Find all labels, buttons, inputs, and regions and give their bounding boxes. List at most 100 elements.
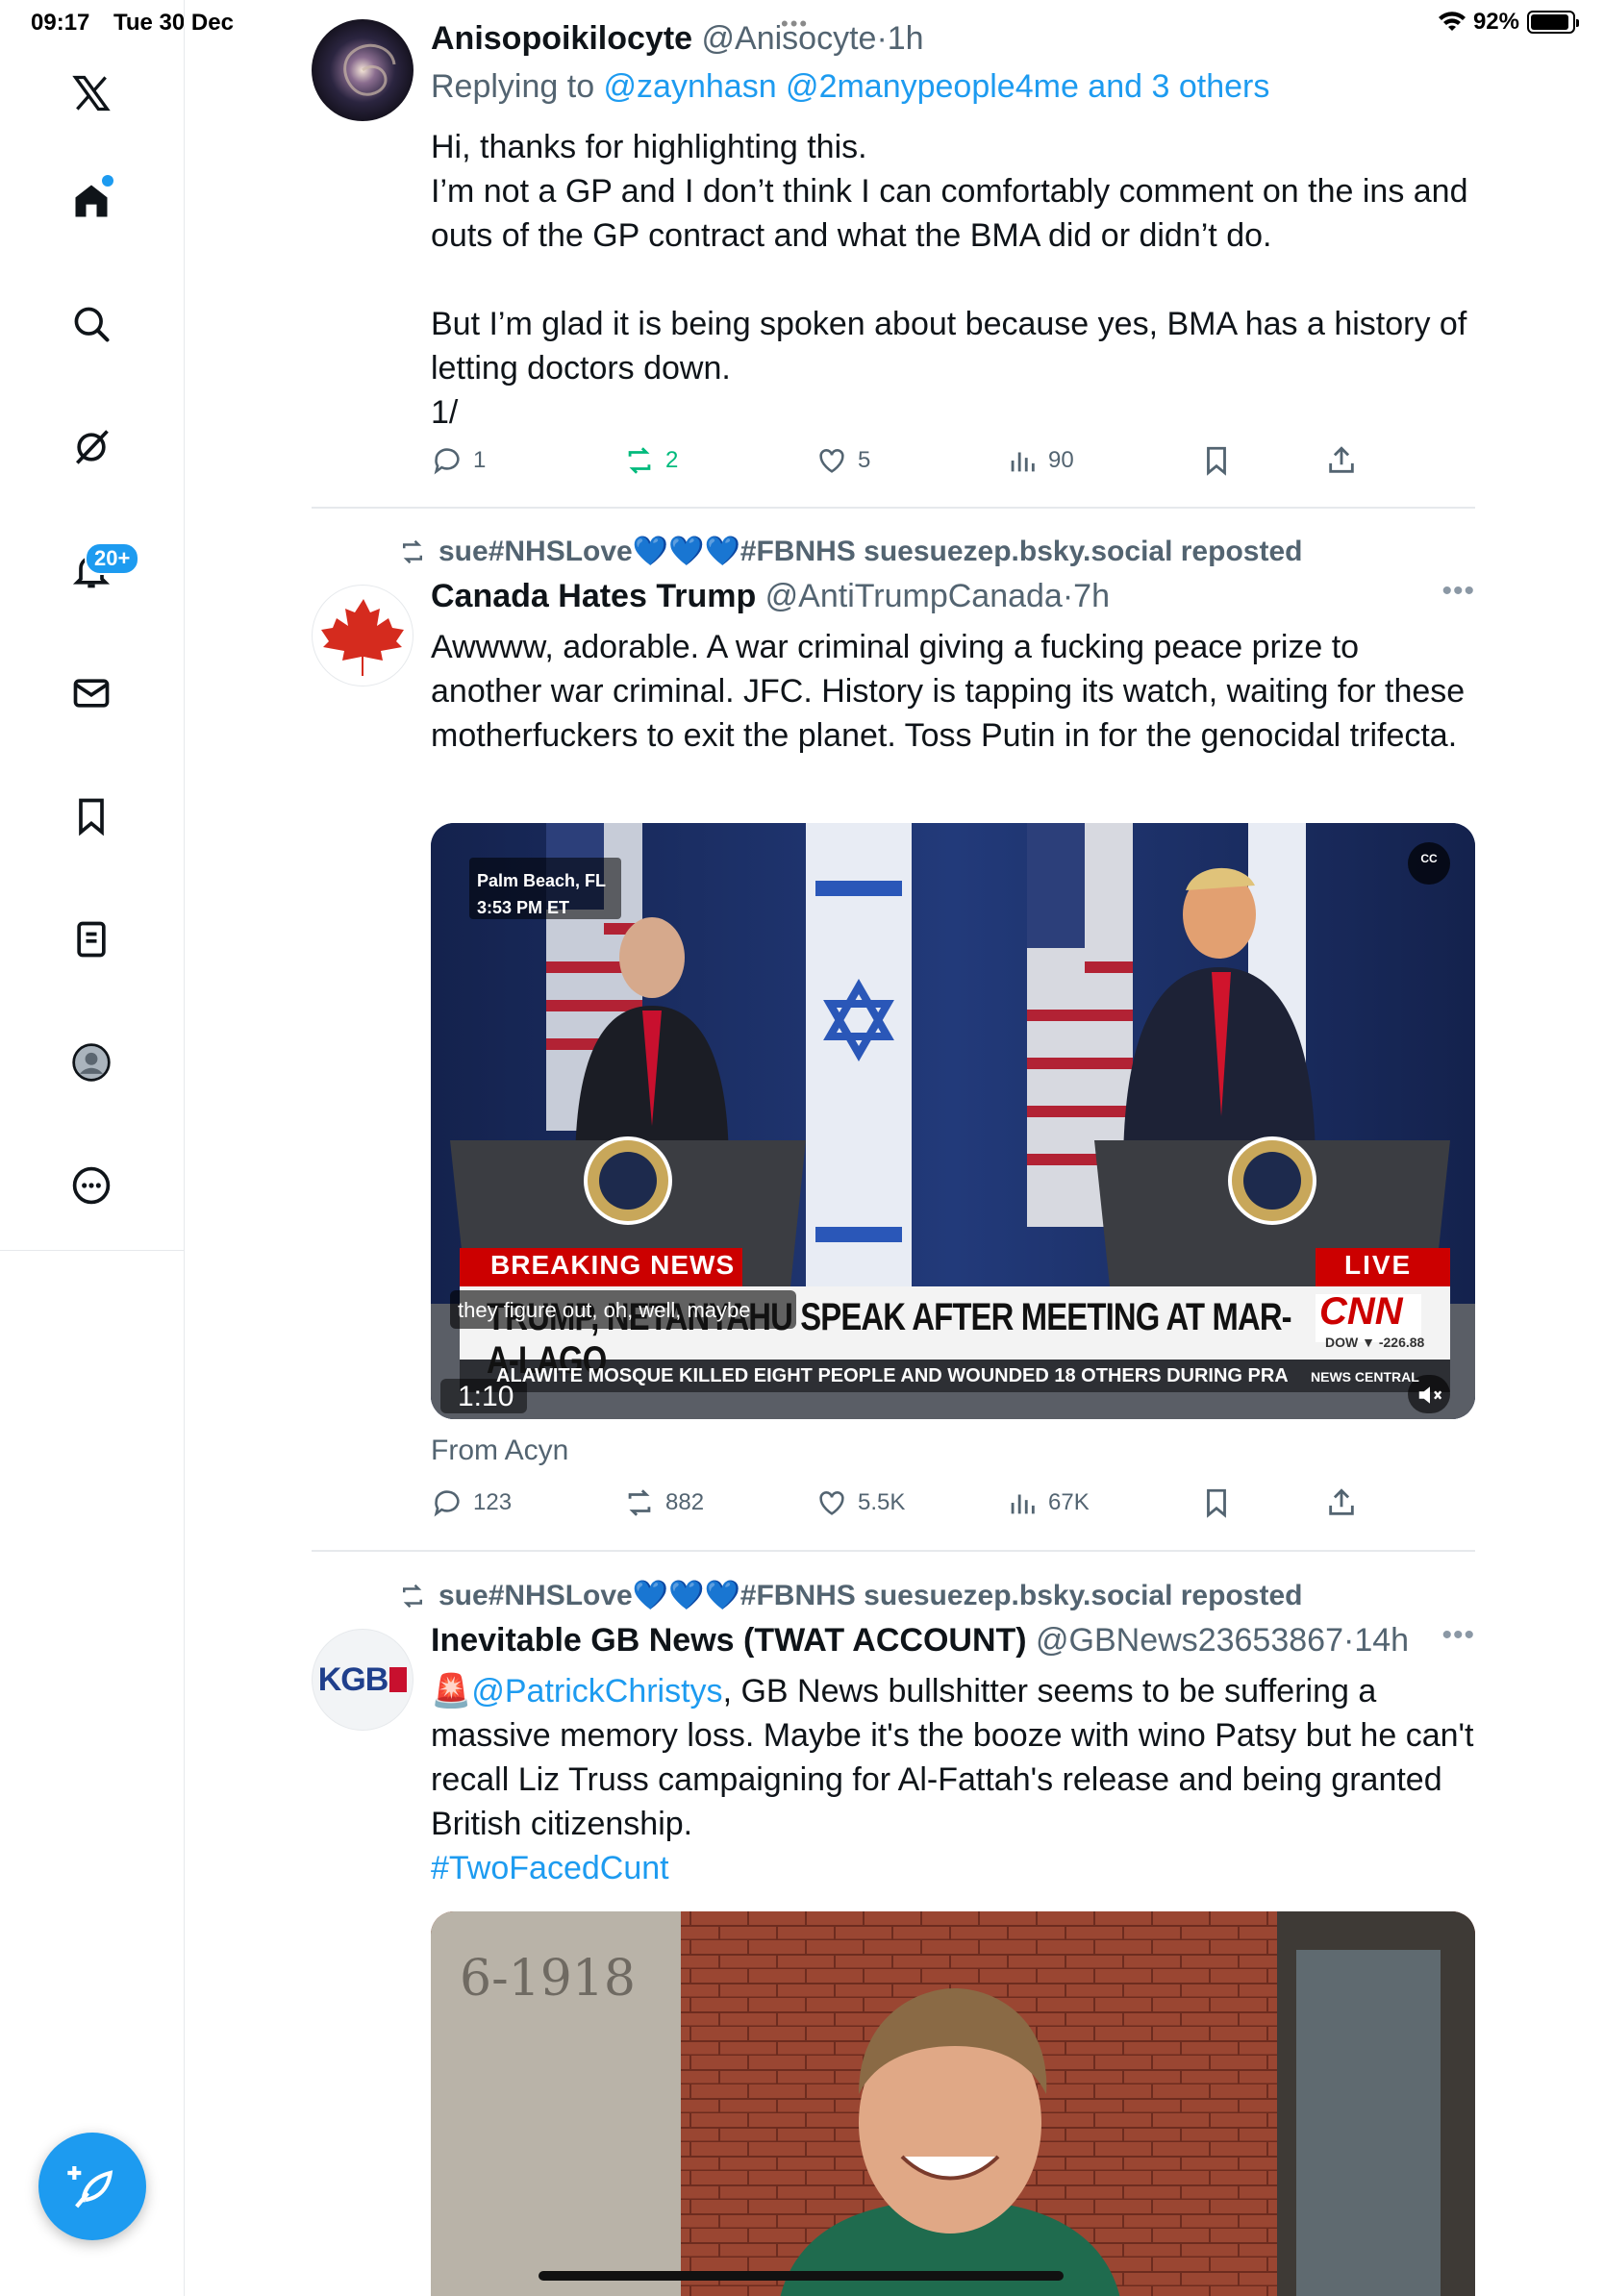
grok-icon[interactable] xyxy=(62,417,121,477)
views-icon xyxy=(1011,1494,1035,1514)
repost-indicator: sue#NHSLove💙💙💙#FBNHS suesuezep.bsky.soci… xyxy=(398,535,1302,568)
compose-icon xyxy=(67,2166,113,2209)
tweet-separator xyxy=(312,1550,1475,1552)
like-count: 5.5K xyxy=(858,1489,906,1515)
tweet-actions: 1 2 5 90 xyxy=(431,444,1354,483)
tweet-header: Canada Hates Trump @AntiTrumpCanada·7h xyxy=(431,578,1110,614)
news-ticker: ALAWITE MOSQUE KILLED EIGHT PEOPLE AND W… xyxy=(496,1365,1289,1386)
reply-button[interactable]: 123 xyxy=(431,1486,512,1519)
tweet-separator xyxy=(312,507,1475,509)
mention-link[interactable]: @PatrickChristys xyxy=(471,1673,722,1710)
author-handle[interactable]: @AntiTrumpCanada xyxy=(765,578,1063,614)
bookmark-button[interactable] xyxy=(1200,444,1233,477)
video-clock: 3:53 PM ET xyxy=(477,898,570,917)
author-name[interactable]: Canada Hates Trump xyxy=(431,578,756,614)
home-indicator[interactable] xyxy=(539,2271,1064,2281)
network-logo: CNN xyxy=(1319,1290,1403,1333)
more-options-icon[interactable]: ••• xyxy=(1441,575,1475,608)
tweet-text: Awwww, adorable. A war criminal giving a… xyxy=(431,629,1466,754)
replying-to-users[interactable]: @zaynhasn @2manypeople4me and 3 others xyxy=(604,68,1270,105)
stone-inscription: 6-1918 xyxy=(460,1950,636,2008)
heart-icon xyxy=(819,449,844,473)
like-button[interactable]: 5 xyxy=(815,444,870,477)
repost-by[interactable]: sue#NHSLove💙💙💙#FBNHS suesuezep.bsky.soci… xyxy=(439,1579,1302,1612)
repost-icon xyxy=(403,539,422,563)
more-icon[interactable] xyxy=(62,1156,121,1215)
bookmark-icon xyxy=(1207,446,1226,476)
search-icon[interactable] xyxy=(62,294,121,354)
tweet-time[interactable]: 1h xyxy=(888,20,924,57)
reply-icon xyxy=(434,1490,460,1517)
closed-captions-button[interactable]: CC xyxy=(1408,852,1450,865)
bookmark-icon xyxy=(1207,1488,1226,1518)
messages-icon[interactable] xyxy=(62,663,121,723)
share-icon xyxy=(1329,1488,1354,1515)
sidebar: 20+ xyxy=(0,0,185,2296)
avatar-logo-mark xyxy=(389,1667,408,1692)
tweet-photo[interactable]: 6-1918 xyxy=(431,1911,1475,2296)
heart-icon xyxy=(819,1491,844,1515)
share-button[interactable] xyxy=(1325,1486,1358,1519)
tweet-header: Inevitable GB News (TWAT ACCOUNT) @GBNew… xyxy=(431,1622,1410,1659)
tweet-text: 🚨@PatrickChristys, GB News bullshitter s… xyxy=(431,1669,1475,1890)
share-button[interactable] xyxy=(1325,444,1358,477)
view-count: 90 xyxy=(1048,447,1074,473)
repost-icon xyxy=(628,1489,651,1516)
like-button[interactable]: 5.5K xyxy=(815,1486,905,1519)
reply-icon xyxy=(434,448,460,475)
views-icon xyxy=(1011,452,1035,472)
video-player[interactable]: Palm Beach, FL 3:53 PM ET CC BREAKING NE… xyxy=(431,823,1475,1419)
dow-ticker: DOW ▼ -226.88 xyxy=(1325,1335,1425,1350)
views-button[interactable]: 67K xyxy=(1006,1486,1090,1519)
view-count: 67K xyxy=(1048,1489,1090,1515)
like-count: 5 xyxy=(858,447,871,473)
notifications-badge: 20+ xyxy=(85,542,140,575)
more-options-icon[interactable]: ••• xyxy=(1441,1619,1475,1652)
mute-button[interactable] xyxy=(1416,1381,1444,1414)
video-caption: they figure out, oh, well, maybe xyxy=(458,1298,751,1322)
muted-speaker-icon xyxy=(1418,1386,1442,1404)
tweet-time[interactable]: 7h xyxy=(1073,578,1110,614)
views-button[interactable]: 90 xyxy=(1006,444,1074,477)
avatar-logo-text: KGB xyxy=(317,1660,389,1698)
tweet-actions: 123 882 5.5K 67K xyxy=(431,1486,1354,1525)
author-handle[interactable]: @GBNews23653867 xyxy=(1036,1622,1343,1659)
avatar[interactable] xyxy=(312,19,414,121)
tweet-header: Anisopoikilocyte @Anisocyte·1h xyxy=(431,20,924,57)
bookmark-button[interactable] xyxy=(1200,1486,1233,1519)
video-source[interactable]: From Acyn xyxy=(431,1435,568,1467)
breaking-news-label: BREAKING NEWS xyxy=(490,1250,736,1280)
repost-button[interactable]: 2 xyxy=(623,444,678,477)
compose-button[interactable] xyxy=(38,2133,146,2240)
lists-icon[interactable] xyxy=(62,910,121,969)
battery-percent: 92% xyxy=(1472,9,1519,35)
avatar[interactable] xyxy=(312,585,414,686)
battery-icon xyxy=(1527,11,1579,34)
reply-count: 123 xyxy=(473,1489,513,1515)
repost-button[interactable]: 882 xyxy=(623,1486,704,1519)
repost-count: 882 xyxy=(665,1489,705,1515)
reply-button[interactable]: 1 xyxy=(431,444,486,477)
home-notification-dot xyxy=(102,175,113,187)
news-ticker-tag: NEWS CENTRAL xyxy=(1311,1369,1419,1385)
hashtag-link[interactable]: #TwoFacedCunt xyxy=(431,1850,669,1886)
repost-by[interactable]: sue#NHSLove💙💙💙#FBNHS suesuezep.bsky.soci… xyxy=(439,535,1302,568)
x-logo-icon[interactable] xyxy=(62,63,121,123)
author-name[interactable]: Anisopoikilocyte xyxy=(431,20,692,57)
video-overlay-location: Palm Beach, FL 3:53 PM ET xyxy=(477,867,606,921)
video-duration: 1:10 xyxy=(458,1381,514,1412)
repost-icon xyxy=(628,447,651,474)
tweet-time[interactable]: 14h xyxy=(1354,1622,1409,1659)
repost-count: 2 xyxy=(665,447,679,473)
share-icon xyxy=(1329,446,1354,473)
reply-count: 1 xyxy=(473,447,487,473)
siren-emoji: 🚨 xyxy=(431,1673,472,1710)
author-handle[interactable]: @Anisocyte xyxy=(702,20,877,57)
repost-icon xyxy=(403,1584,422,1608)
bookmarks-icon[interactable] xyxy=(62,786,121,846)
video-location: Palm Beach, FL xyxy=(477,871,607,890)
avatar[interactable]: KGB xyxy=(312,1629,414,1731)
author-name[interactable]: Inevitable GB News (TWAT ACCOUNT) xyxy=(431,1622,1027,1659)
replying-to: Replying to @zaynhasn @2manypeople4me an… xyxy=(431,65,1475,108)
profile-icon[interactable] xyxy=(62,1033,121,1092)
